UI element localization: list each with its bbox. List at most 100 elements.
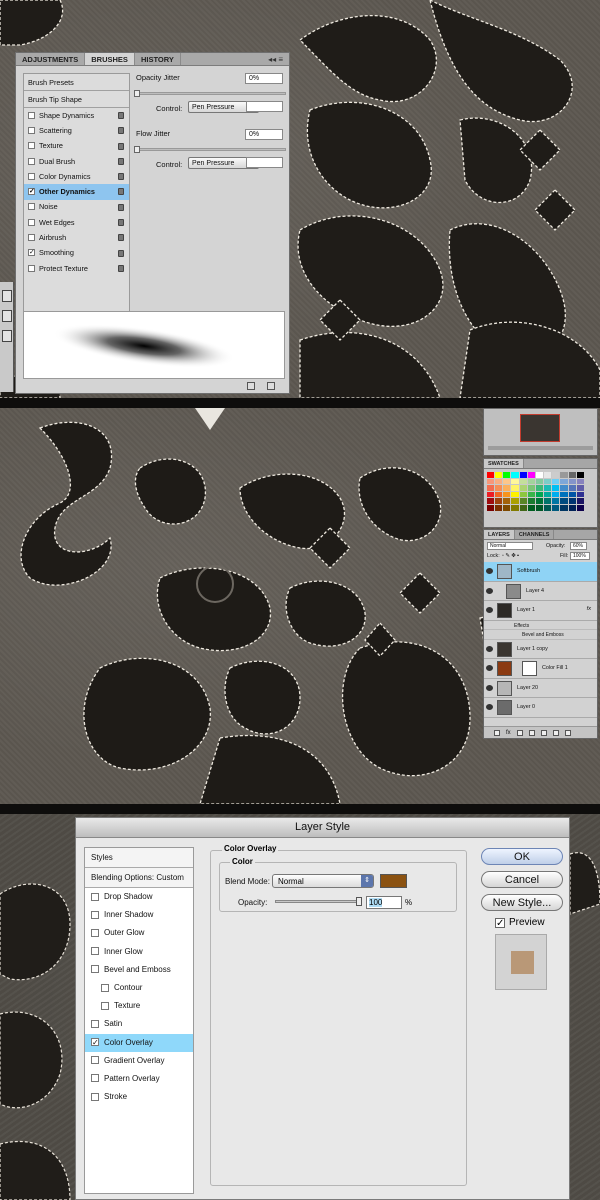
zoom-slider[interactable] <box>488 446 593 450</box>
color-swatch[interactable] <box>535 485 544 491</box>
style-item[interactable]: Outer Glow <box>85 924 193 942</box>
color-swatch[interactable] <box>535 478 544 485</box>
layer-row[interactable]: Softbrush <box>484 562 597 582</box>
color-swatch[interactable] <box>487 491 495 498</box>
color-swatch[interactable] <box>511 472 519 478</box>
blend-mode-select[interactable]: Normal <box>487 542 533 550</box>
color-swatch[interactable] <box>535 472 544 478</box>
color-swatch[interactable] <box>552 472 560 478</box>
opacity-input[interactable]: 100 <box>366 896 402 909</box>
lock-icon[interactable] <box>118 249 124 257</box>
color-swatch[interactable] <box>544 498 552 504</box>
brush-tip-shape-item[interactable]: Brush Tip Shape <box>24 91 129 108</box>
lock-icon[interactable] <box>118 188 124 196</box>
brush-presets-item[interactable]: Brush Presets <box>24 74 129 91</box>
eye-icon[interactable] <box>486 665 493 671</box>
color-swatch[interactable] <box>576 498 584 504</box>
checkbox-icon[interactable] <box>91 892 99 901</box>
color-swatch[interactable] <box>552 491 560 498</box>
color-swatch[interactable] <box>568 491 576 498</box>
checkbox-icon[interactable] <box>28 264 35 272</box>
tab-brushes[interactable]: BRUSHES <box>85 53 135 65</box>
folder-icon[interactable] <box>540 729 547 736</box>
color-swatch[interactable] <box>544 504 552 511</box>
color-swatch[interactable] <box>576 478 584 485</box>
checkbox-icon[interactable] <box>28 157 35 165</box>
lock-icon[interactable] <box>118 203 124 211</box>
layer-row[interactable]: Layer 1 fx <box>484 601 597 621</box>
checkbox-icon[interactable] <box>28 203 35 211</box>
color-swatch[interactable] <box>503 472 511 478</box>
layer-row[interactable]: Layer 1 copy <box>484 640 597 659</box>
style-item[interactable]: Contour <box>85 979 193 997</box>
checkbox-icon[interactable]: ✓ <box>28 188 35 196</box>
color-swatch[interactable] <box>552 504 560 511</box>
color-swatch[interactable] <box>527 491 535 498</box>
color-swatch[interactable] <box>511 478 519 485</box>
checkbox-icon[interactable]: ✓ <box>495 917 505 928</box>
color-swatch[interactable] <box>511 498 519 504</box>
fx-button[interactable]: fx <box>506 730 511 736</box>
flow-jitter-slider[interactable] <box>134 143 286 155</box>
color-swatch[interactable] <box>576 472 584 478</box>
blending-options-item[interactable]: Blending Options: Custom <box>85 868 193 888</box>
adjustment-icon[interactable] <box>528 729 535 736</box>
new-style-button[interactable]: New Style... <box>481 894 563 911</box>
style-item[interactable]: Inner Glow <box>85 943 193 961</box>
cancel-button[interactable]: Cancel <box>481 871 563 888</box>
layer-row[interactable]: Layer 20 <box>484 679 597 698</box>
color-swatch[interactable] <box>544 485 552 491</box>
navigator-thumbnail[interactable] <box>520 414 560 442</box>
lock-icon[interactable] <box>118 142 124 150</box>
brush-option-item[interactable]: Dual Brush <box>24 154 129 169</box>
color-swatch[interactable] <box>511 491 519 498</box>
color-swatch[interactable] <box>519 498 527 504</box>
eye-icon[interactable] <box>486 704 493 710</box>
layer-row[interactable]: Layer 0 <box>484 698 597 718</box>
color-swatch[interactable] <box>560 472 568 478</box>
color-swatch[interactable] <box>568 485 576 491</box>
checkbox-icon[interactable] <box>28 126 35 134</box>
color-swatch[interactable] <box>544 491 552 498</box>
color-swatch[interactable] <box>560 491 568 498</box>
color-swatch[interactable] <box>519 478 527 485</box>
brush-option-item[interactable]: Color Dynamics <box>24 169 129 184</box>
style-item[interactable]: Inner Shadow <box>85 906 193 924</box>
checkbox-icon[interactable]: ✓ <box>28 249 35 257</box>
lock-icon[interactable] <box>118 219 124 227</box>
ok-button[interactable]: OK <box>481 848 563 865</box>
checkbox-icon[interactable] <box>91 965 99 974</box>
color-swatch[interactable] <box>495 504 503 511</box>
checkbox-icon[interactable] <box>91 1019 99 1028</box>
lock-icon[interactable] <box>118 234 124 242</box>
checkbox-icon[interactable] <box>91 947 99 956</box>
color-swatch[interactable] <box>519 485 527 491</box>
color-swatch[interactable] <box>495 485 503 491</box>
lock-icon[interactable] <box>118 264 124 272</box>
color-swatch[interactable] <box>519 472 527 478</box>
color-swatch[interactable] <box>568 504 576 511</box>
color-swatch[interactable] <box>535 498 544 504</box>
tools-toolbar[interactable] <box>0 282 14 392</box>
style-item[interactable]: Stroke <box>85 1088 193 1106</box>
color-swatch[interactable] <box>487 498 495 504</box>
checkbox-icon[interactable] <box>28 234 35 242</box>
color-swatch[interactable] <box>519 504 527 511</box>
style-item[interactable]: Pattern Overlay <box>85 1070 193 1088</box>
color-swatch[interactable] <box>568 498 576 504</box>
style-item[interactable]: Texture <box>85 997 193 1015</box>
color-swatch[interactable] <box>544 472 552 478</box>
flow-control-field[interactable] <box>246 157 283 168</box>
styles-header[interactable]: Styles <box>85 848 193 868</box>
color-swatch[interactable] <box>552 478 560 485</box>
tab-swatches[interactable]: SWATCHES <box>484 459 524 468</box>
overlay-color-swatch[interactable] <box>380 874 407 888</box>
opacity-control-field[interactable] <box>246 101 283 112</box>
lock-icon[interactable] <box>118 127 124 135</box>
color-swatch[interactable] <box>527 498 535 504</box>
opacity-slider[interactable] <box>275 900 360 903</box>
trash-icon[interactable] <box>564 729 571 736</box>
color-swatch[interactable] <box>527 478 535 485</box>
color-swatch[interactable] <box>560 504 568 511</box>
color-swatch[interactable] <box>495 472 503 478</box>
